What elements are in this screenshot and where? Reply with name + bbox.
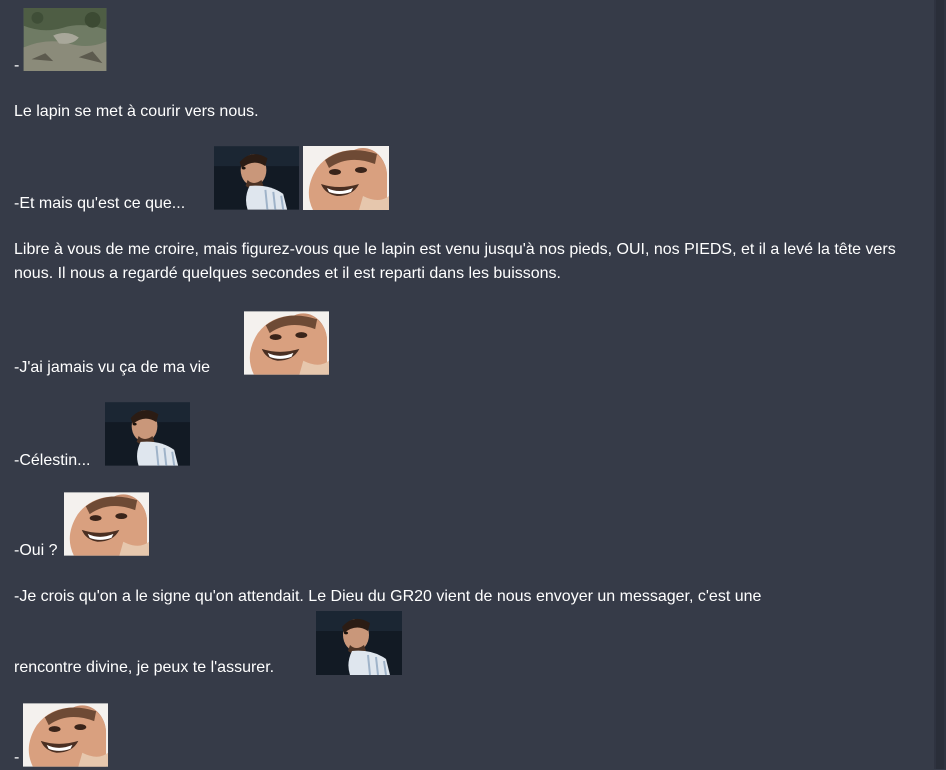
scrollbar-thumb[interactable] <box>936 0 944 769</box>
post-line: -J'ai jamais vu ça de ma vie <box>14 359 211 376</box>
laughing-man-sticker[interactable] <box>64 492 149 556</box>
post-line: -Et mais qu'est ce que... <box>14 195 186 212</box>
soccer-player-sticker[interactable] <box>214 146 299 210</box>
laughing-man-sticker[interactable] <box>23 703 108 767</box>
post-line: rencontre divine, je peux te l'assurer. <box>14 659 275 676</box>
soccer-player-sticker[interactable] <box>105 402 190 466</box>
soccer-player-sticker[interactable] <box>316 611 402 675</box>
post-line: - <box>14 749 20 766</box>
laughing-man-sticker[interactable] <box>244 311 329 375</box>
post-line: -Célestin... <box>14 452 91 469</box>
post-line: Le lapin se met à courir vers nous. <box>14 103 259 120</box>
landscape-photo-thumbnail[interactable] <box>23 8 107 71</box>
post-line: -Je crois qu'on a le signe qu'on attenda… <box>14 588 762 605</box>
post-line: -Oui ? <box>14 542 58 559</box>
post-paragraph: Libre à vous de me croire, mais figurez-… <box>14 241 896 282</box>
forum-post-body: - Le lapin se met à courir vers nous. -E… <box>0 0 930 769</box>
scrollbar-track[interactable] <box>934 0 946 769</box>
post-line: - <box>14 57 20 74</box>
laughing-man-sticker[interactable] <box>303 146 389 210</box>
